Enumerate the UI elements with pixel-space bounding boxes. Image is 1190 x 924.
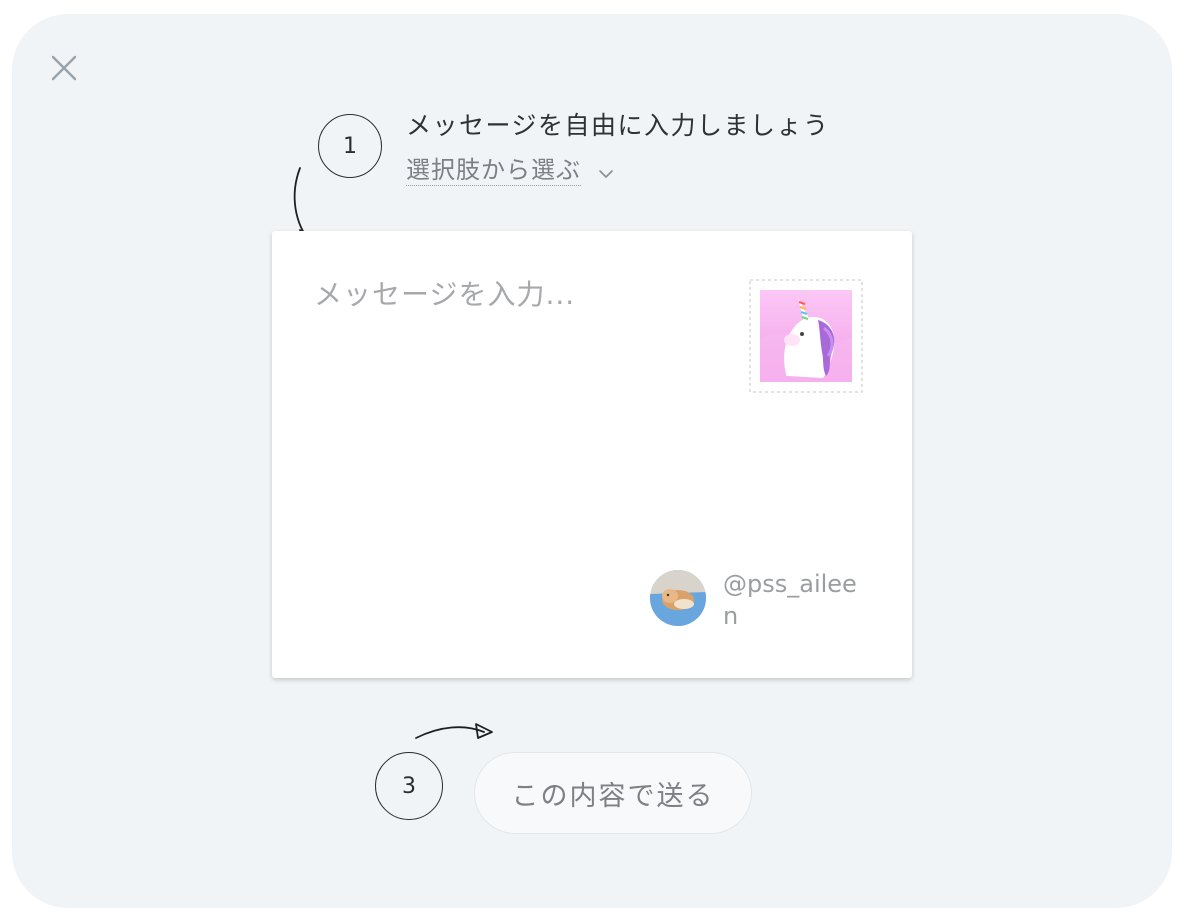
choice-dropdown[interactable]: 選択肢から選ぶ — [406, 150, 614, 186]
close-button[interactable] — [50, 54, 78, 82]
avatar — [650, 570, 706, 626]
choice-dropdown-label: 選択肢から選ぶ — [406, 156, 581, 186]
step-3-badge: 3 — [375, 752, 443, 820]
instruction-text: メッセージを自由に入力しましょう — [406, 111, 830, 140]
pointer-arrow-icon — [415, 723, 493, 739]
message-dialog: 1 メッセージを自由に入力しましょう 選択肢から選ぶ メッセージを入力... @… — [12, 14, 1172, 908]
message-card: @pss_aileen — [272, 231, 912, 678]
chevron-down-icon — [598, 157, 614, 185]
unicorn-stamp-icon[interactable] — [748, 278, 864, 394]
message-input[interactable] — [312, 271, 736, 575]
sender-handle: @pss_aileen — [723, 570, 857, 630]
send-button[interactable]: この内容で送る — [474, 752, 752, 834]
close-icon — [51, 55, 77, 81]
sender-info: @pss_aileen — [650, 568, 890, 638]
